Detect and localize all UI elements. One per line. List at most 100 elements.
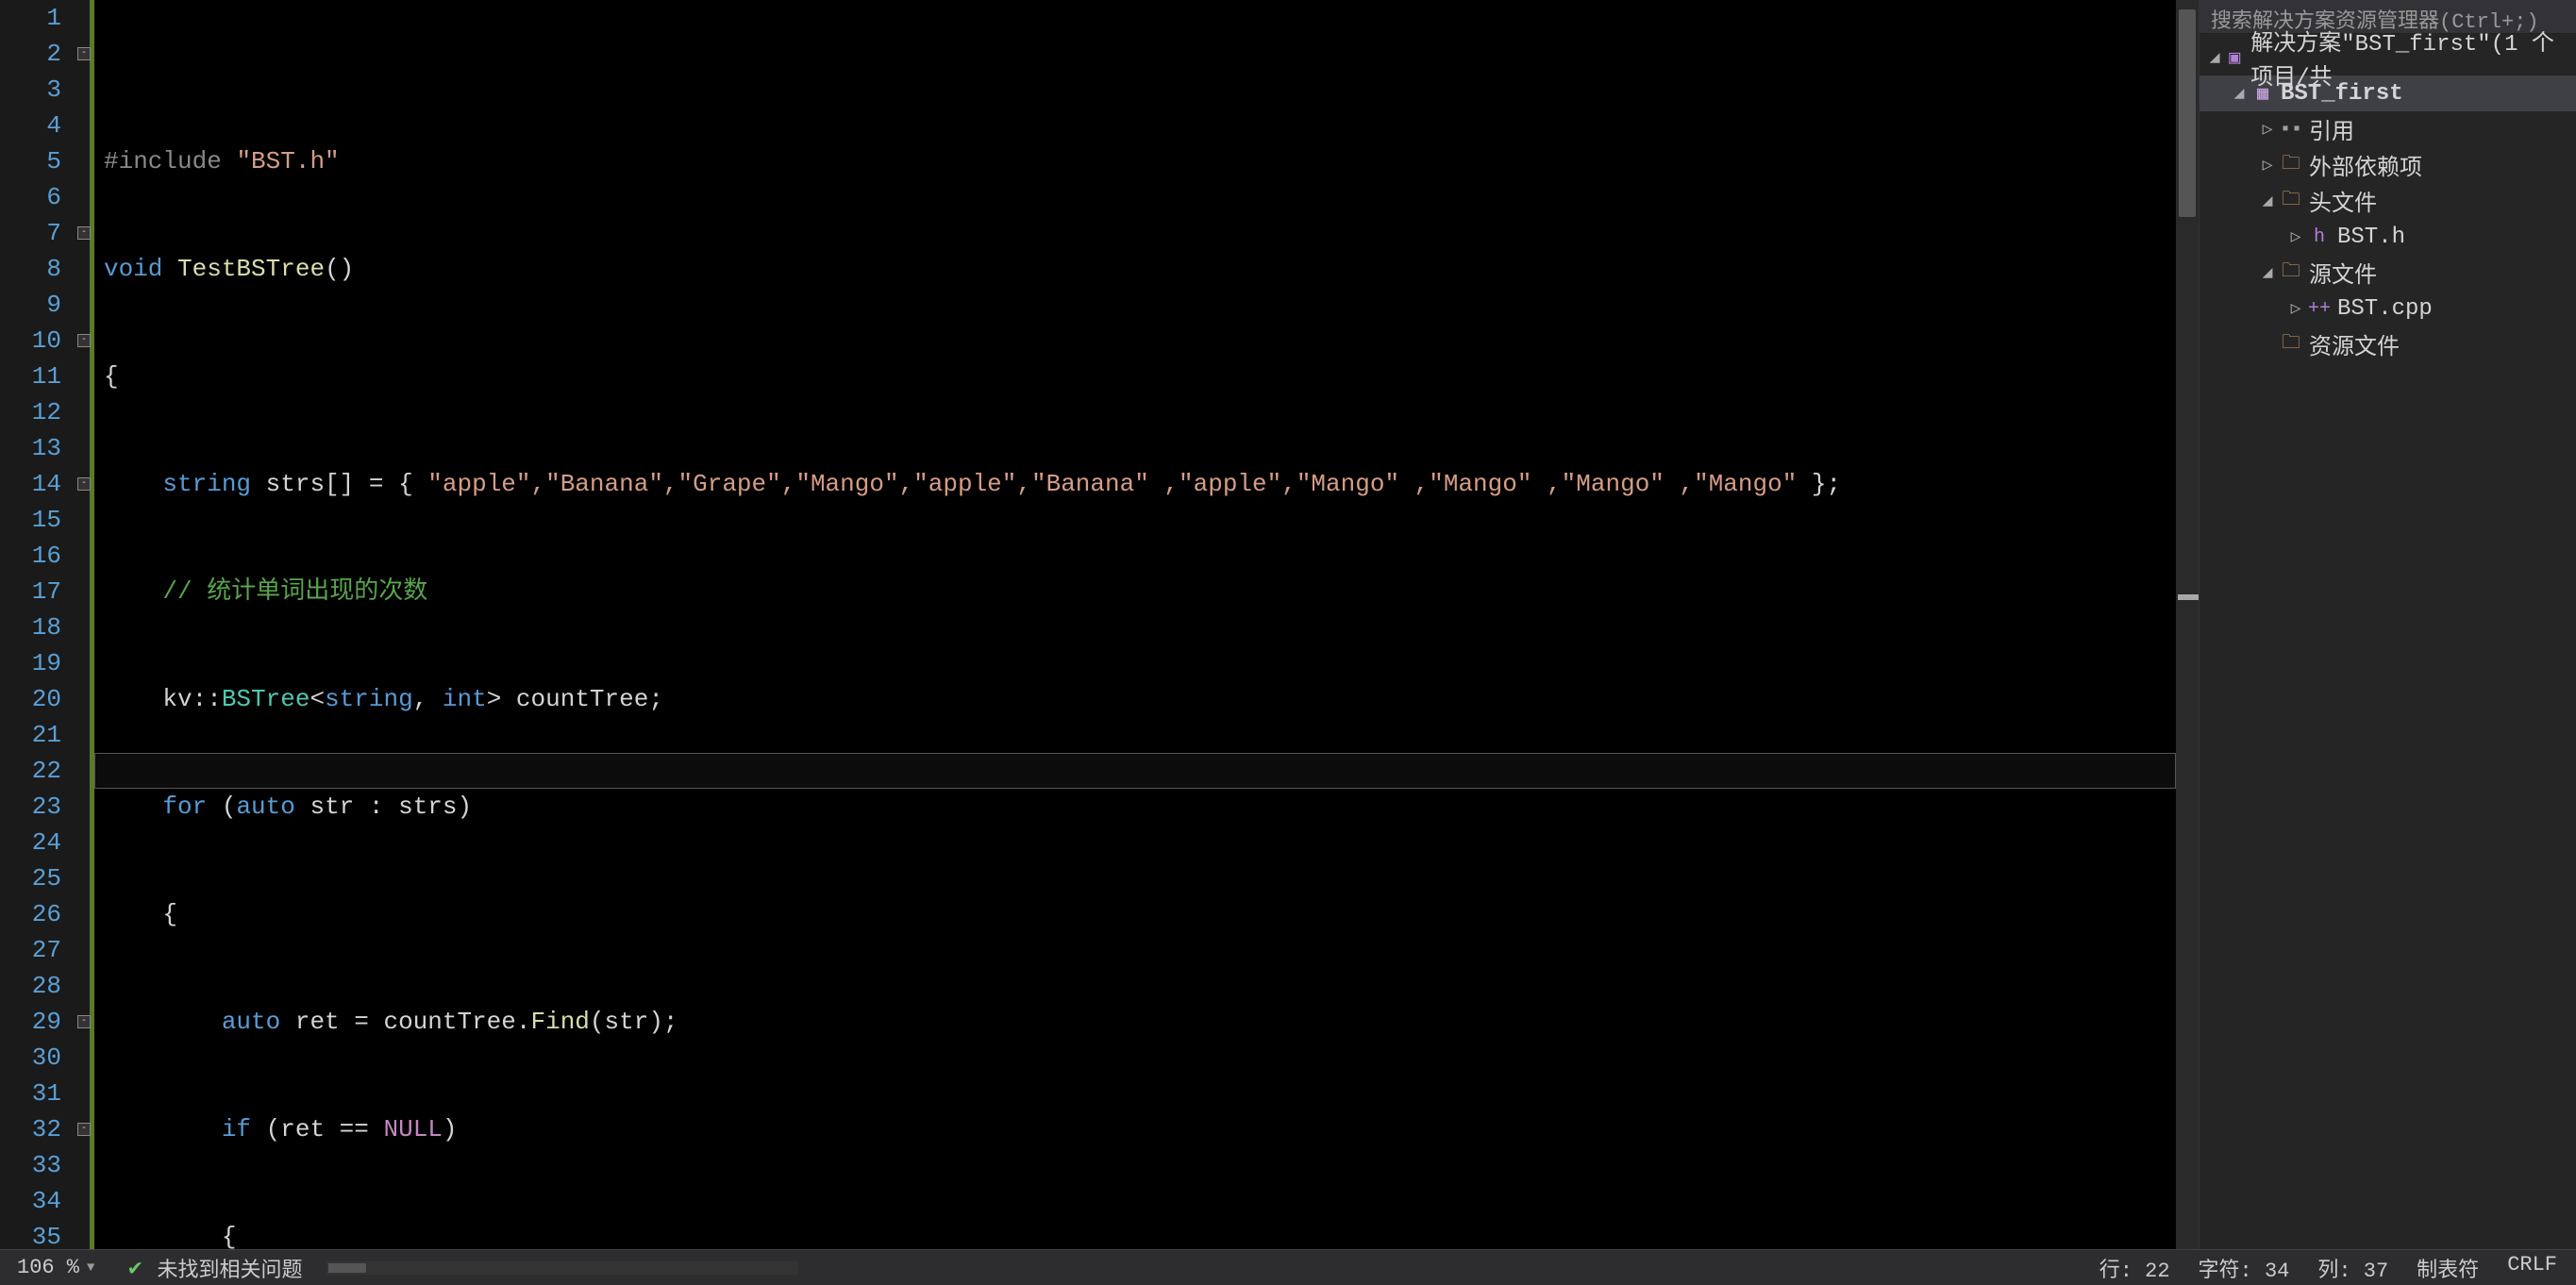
line-number[interactable]: 34 <box>0 1183 61 1219</box>
line-number[interactable]: 20 <box>0 681 61 717</box>
line-number[interactable]: 17 <box>0 574 61 609</box>
line-number[interactable]: 14 <box>0 466 61 502</box>
line-number[interactable]: 2 <box>0 36 61 72</box>
tree-header-file[interactable]: ▷ h BST.h <box>2200 219 2576 255</box>
chevron-down-icon: ▼ <box>87 1260 94 1276</box>
line-number[interactable]: 12 <box>0 394 61 430</box>
indent-mode[interactable]: 制表符 <box>2417 1253 2479 1283</box>
fold-toggle-icon[interactable]: - <box>77 334 91 347</box>
tree-solution-node[interactable]: ◢ ▣ 解决方案"BST_first"(1 个项目/共 <box>2200 40 2576 75</box>
status-ok-icon: ✔ <box>128 1254 142 1282</box>
references-icon: ▪▪ <box>2279 119 2303 141</box>
code-text-area[interactable]: #include "BST.h" void TestBSTree() { str… <box>94 0 2176 1249</box>
solution-icon: ▣ <box>2224 45 2245 70</box>
line-number[interactable]: 19 <box>0 645 61 681</box>
expander-icon[interactable]: ▷ <box>2256 155 2279 175</box>
fold-column[interactable]: - - - - - - - <box>75 0 94 1249</box>
line-number[interactable]: 9 <box>0 287 61 323</box>
tree-resources-node[interactable]: 🗀 资源文件 <box>2200 326 2576 362</box>
zoom-dropdown[interactable]: 106 % ▼ <box>9 1254 113 1281</box>
cursor-char[interactable]: 字符: 34 <box>2199 1253 2290 1283</box>
solution-tree[interactable]: ◢ ▣ 解决方案"BST_first"(1 个项目/共 ◢ ▦ BST_firs… <box>2200 34 2576 1249</box>
solution-explorer-panel: 搜索解决方案资源管理器(Ctrl+;) ◢ ▣ 解决方案"BST_first"(… <box>2199 0 2576 1249</box>
vertical-scrollbar[interactable] <box>2176 0 2199 1249</box>
folder-icon: 🗀 <box>2279 257 2303 289</box>
header-file-icon: h <box>2307 226 2332 248</box>
references-label: 引用 <box>2309 112 2354 146</box>
tree-externaldeps-node[interactable]: ▷ 🗀 外部依赖项 <box>2200 147 2576 183</box>
preprocessor: #include <box>104 147 236 175</box>
externaldeps-label: 外部依赖项 <box>2309 148 2422 182</box>
zoom-value: 106 % <box>17 1256 79 1279</box>
expander-icon[interactable]: ▷ <box>2284 226 2307 247</box>
line-number-gutter[interactable]: 1 2 3 4 5 6 7 8 9 10 11 12 13 14 15 16 1… <box>0 0 75 1249</box>
line-number[interactable]: 1 <box>0 0 61 36</box>
tree-headers-node[interactable]: ◢ 🗀 头文件 <box>2200 183 2576 219</box>
tree-source-file[interactable]: ▷ ++ BST.cpp <box>2200 291 2576 326</box>
header-file-label: BST.h <box>2337 225 2405 250</box>
line-number[interactable]: 27 <box>0 932 61 968</box>
line-number[interactable]: 13 <box>0 430 61 466</box>
line-number[interactable]: 35 <box>0 1219 61 1249</box>
function-name: TestBSTree <box>162 255 325 283</box>
fold-toggle-icon[interactable]: - <box>77 477 91 491</box>
sources-label: 源文件 <box>2309 256 2377 290</box>
line-number[interactable]: 16 <box>0 538 61 574</box>
eol-mode[interactable]: CRLF <box>2507 1253 2557 1283</box>
line-number[interactable]: 32 <box>0 1111 61 1147</box>
line-number[interactable]: 26 <box>0 896 61 932</box>
scrollbar-thumb[interactable] <box>328 1263 366 1273</box>
line-number[interactable]: 28 <box>0 968 61 1004</box>
issues-label[interactable]: 未找到相关问题 <box>157 1253 302 1283</box>
expander-icon[interactable]: ◢ <box>2228 83 2250 104</box>
tree-references-node[interactable]: ▷ ▪▪ 引用 <box>2200 111 2576 147</box>
scrollbar-thumb[interactable] <box>2179 9 2196 217</box>
fold-toggle-icon[interactable]: - <box>77 226 91 240</box>
expander-icon[interactable]: ▷ <box>2284 298 2307 319</box>
project-icon: ▦ <box>2250 81 2275 106</box>
overview-mark <box>2178 594 2199 600</box>
comment: // 统计单词出现的次数 <box>104 577 427 606</box>
folder-icon: 🗀 <box>2279 185 2303 217</box>
cursor-line[interactable]: 行: 22 <box>2099 1253 2170 1283</box>
include-header: "BST.h" <box>236 147 339 175</box>
code-editor[interactable]: 1 2 3 4 5 6 7 8 9 10 11 12 13 14 15 16 1… <box>0 0 2199 1249</box>
resources-label: 资源文件 <box>2309 327 2400 361</box>
fold-toggle-icon[interactable]: - <box>77 47 91 60</box>
expander-icon[interactable]: ▷ <box>2256 119 2279 140</box>
fold-toggle-icon[interactable]: - <box>77 1015 91 1028</box>
line-number[interactable]: 21 <box>0 717 61 753</box>
expander-icon[interactable]: ◢ <box>2205 47 2224 68</box>
expander-icon[interactable]: ◢ <box>2256 262 2279 283</box>
line-number[interactable]: 30 <box>0 1040 61 1076</box>
line-number[interactable]: 10 <box>0 323 61 359</box>
string-array-literal: "apple","Banana","Grape","Mango","apple"… <box>427 470 1797 498</box>
cpp-file-icon: ++ <box>2307 298 2332 320</box>
expander-icon[interactable]: ◢ <box>2256 191 2279 211</box>
folder-icon: 🗀 <box>2279 328 2303 360</box>
horizontal-scrollbar[interactable] <box>326 1261 798 1275</box>
line-number[interactable]: 15 <box>0 502 61 538</box>
fold-toggle-icon[interactable]: - <box>77 1123 91 1136</box>
line-number[interactable]: 23 <box>0 789 61 825</box>
line-number[interactable]: 31 <box>0 1076 61 1111</box>
source-file-label: BST.cpp <box>2337 296 2433 322</box>
line-number[interactable]: 3 <box>0 72 61 108</box>
line-number[interactable]: 8 <box>0 251 61 287</box>
folder-icon: 🗀 <box>2279 149 2303 181</box>
tree-sources-node[interactable]: ◢ 🗀 源文件 <box>2200 255 2576 291</box>
line-number[interactable]: 29 <box>0 1004 61 1040</box>
line-number[interactable]: 7 <box>0 215 61 251</box>
line-number[interactable]: 5 <box>0 143 61 179</box>
line-number[interactable]: 33 <box>0 1147 61 1183</box>
cursor-col[interactable]: 列: 37 <box>2317 1253 2388 1283</box>
line-number[interactable]: 25 <box>0 860 61 896</box>
line-number[interactable]: 22 <box>0 753 61 789</box>
line-number[interactable]: 11 <box>0 359 61 394</box>
line-number[interactable]: 6 <box>0 179 61 215</box>
keyword-void: void <box>104 255 162 283</box>
current-line-indicator <box>94 753 2176 789</box>
line-number[interactable]: 18 <box>0 609 61 645</box>
line-number[interactable]: 4 <box>0 108 61 143</box>
line-number[interactable]: 24 <box>0 825 61 860</box>
